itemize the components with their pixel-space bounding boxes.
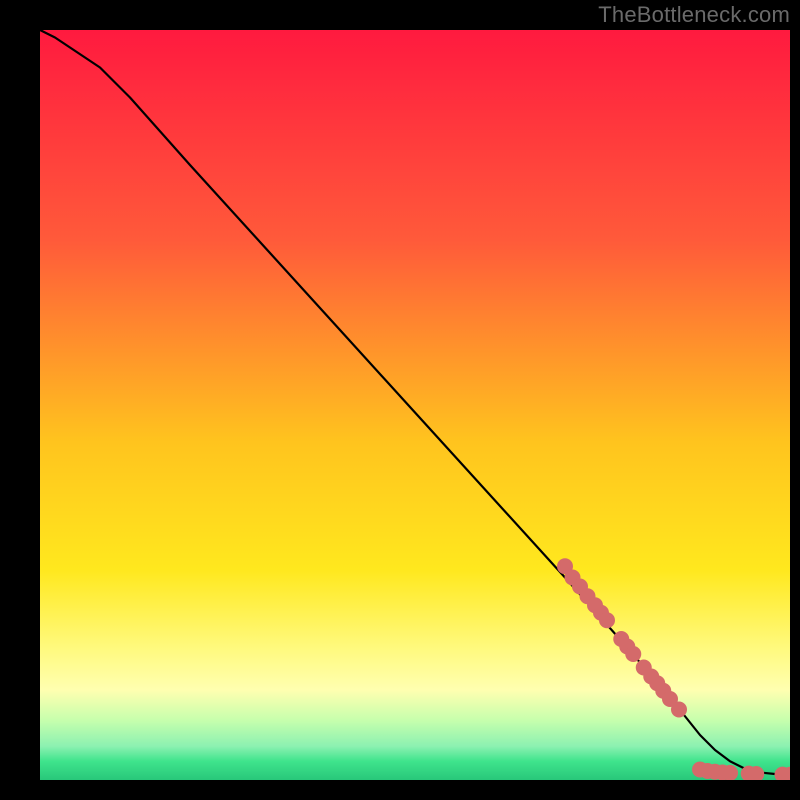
attribution-text: TheBottleneck.com: [598, 2, 790, 28]
chart-svg: [40, 30, 790, 780]
chart-background: [40, 30, 790, 780]
marker-dot: [671, 702, 687, 718]
chart-plot: [40, 30, 790, 780]
marker-dot: [599, 612, 615, 628]
chart-frame: TheBottleneck.com: [0, 0, 800, 800]
marker-dot: [625, 646, 641, 662]
